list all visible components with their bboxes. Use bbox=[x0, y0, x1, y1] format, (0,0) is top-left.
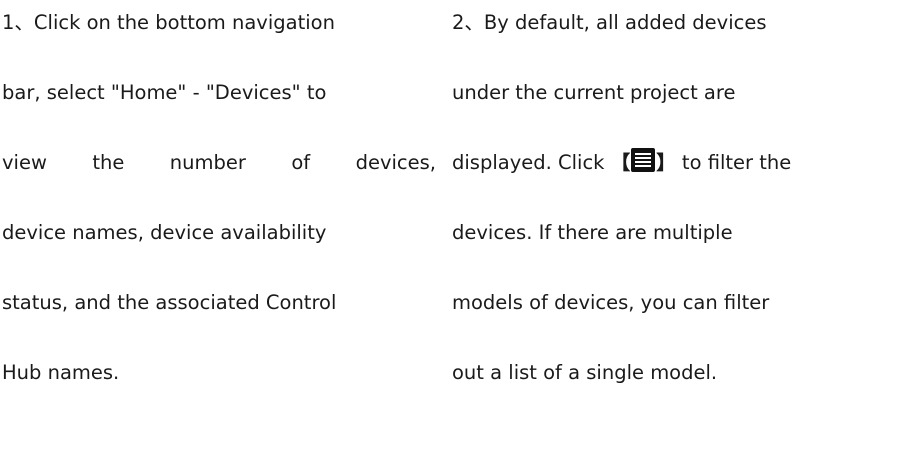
instruction-columns: 1、Click on the bottom navigation bar, se… bbox=[0, 0, 904, 454]
step-2-line: models of devices, you can filter bbox=[452, 291, 770, 314]
step-1-paragraph: 1、Click on the bottom navigation bar, se… bbox=[2, 4, 436, 424]
step-1-line: status, and the associated Control bbox=[2, 291, 337, 314]
step-1-line: 1、Click on the bottom navigation bbox=[2, 11, 335, 34]
left-bracket: 【 bbox=[610, 151, 631, 174]
step-2-line: under the current project are bbox=[452, 81, 736, 104]
step-2-line: out a list of a single model. bbox=[452, 361, 718, 384]
step-2-line: 2、By default, all added devices bbox=[452, 11, 767, 34]
right-bracket: 】 bbox=[656, 151, 676, 174]
step-1-line: bar, select "Home" - "Devices" to bbox=[2, 81, 327, 104]
filter-menu-icon bbox=[631, 148, 656, 172]
step-2-line-with-icon: displayed. Click 【 】 to filter the bbox=[452, 144, 900, 214]
step-2-line: devices. If there are multiple bbox=[452, 221, 733, 244]
step-2-paragraph: 2、By default, all added devices under th… bbox=[452, 4, 900, 424]
step-2-text-after-icon: to filter the bbox=[675, 151, 792, 174]
step-2-text-before-icon: displayed. Click bbox=[452, 151, 611, 174]
step-1-line: device names, device availability bbox=[2, 221, 327, 244]
step-1-line: view the number of devices, bbox=[2, 151, 436, 174]
step-1-line: Hub names. bbox=[2, 361, 120, 384]
